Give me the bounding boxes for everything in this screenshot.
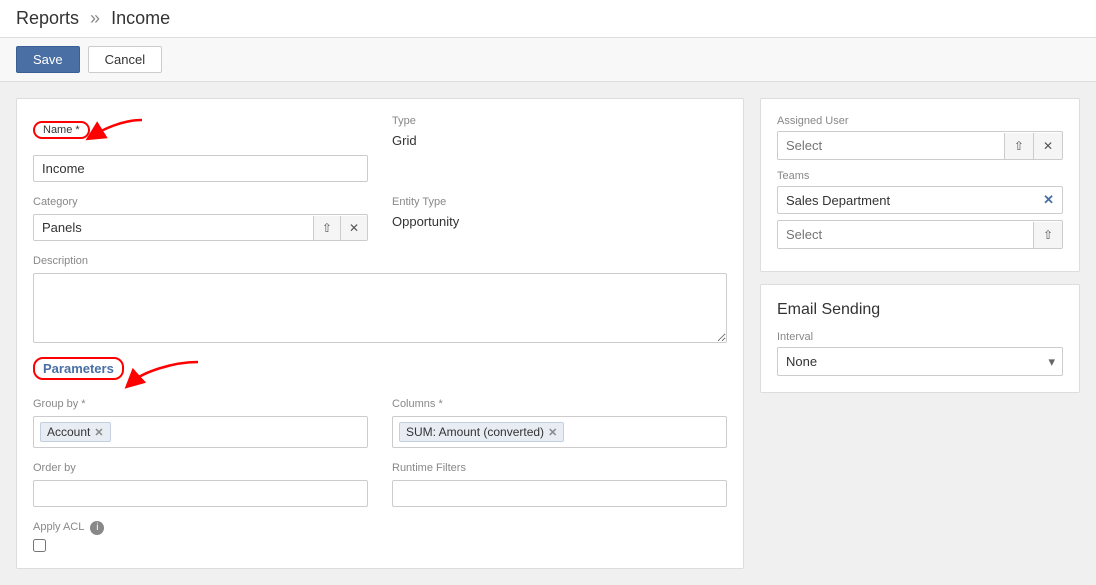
description-input[interactable] (33, 273, 727, 343)
interval-label: Interval (777, 331, 1063, 343)
assigned-user-select-row: ⇧ ✕ (777, 131, 1063, 160)
arrow-annotation-params (128, 357, 208, 392)
email-sending-card: Email Sending Interval None (760, 284, 1080, 393)
teams-input[interactable] (778, 221, 1033, 248)
category-entitytype-row: Category Panels ⇧ ✕ Entity Type Opportun… (33, 196, 727, 241)
category-label: Category (33, 196, 368, 208)
columns-label: Columns * (392, 398, 727, 410)
runtime-filters-group: Runtime Filters (392, 462, 727, 507)
parameters-section: Parameters Group by * (33, 357, 727, 552)
parameters-label-wrapper: Parameters (33, 357, 727, 392)
teams-label: Teams (777, 170, 1063, 182)
category-select[interactable]: Panels (34, 215, 313, 240)
columns-group: Columns * SUM: Amount (converted) ✕ (392, 398, 727, 448)
description-label: Description (33, 255, 727, 267)
category-select-wrapper: Panels ⇧ ✕ (33, 214, 368, 241)
order-by-label: Order by (33, 462, 368, 474)
entity-type-group: Entity Type Opportunity (392, 196, 727, 241)
columns-token: SUM: Amount (converted) ✕ (399, 422, 564, 442)
teams-select-row: ⇧ (777, 220, 1063, 249)
save-button[interactable]: Save (16, 46, 80, 73)
breadcrumb-income: Income (111, 8, 170, 28)
columns-token-remove[interactable]: ✕ (548, 426, 557, 439)
name-input[interactable]: Income (33, 155, 368, 182)
apply-acl-info-icon: i (90, 521, 104, 535)
group-by-group: Group by * Account ✕ (33, 398, 368, 448)
runtime-filters-label: Runtime Filters (392, 462, 727, 474)
left-panel: Name * Income Type Grid (16, 98, 744, 569)
parameters-label: Parameters (33, 357, 124, 380)
entity-type-label: Entity Type (392, 196, 727, 208)
entity-type-value: Opportunity (392, 214, 727, 229)
assigned-user-label: Assigned User (777, 115, 1063, 127)
breadcrumb: Reports » Income (0, 0, 1096, 38)
right-panel: Assigned User ⇧ ✕ Teams Sales Department… (760, 98, 1080, 393)
assigned-teams-card: Assigned User ⇧ ✕ Teams Sales Department… (760, 98, 1080, 272)
breadcrumb-reports[interactable]: Reports (16, 8, 79, 28)
toolbar: Save Cancel (0, 38, 1096, 82)
sales-department-label: Sales Department (786, 193, 890, 208)
email-sending-title: Email Sending (777, 301, 1063, 319)
order-by-group: Order by (33, 462, 368, 507)
type-group: Type Grid (392, 115, 727, 182)
columns-token-label: SUM: Amount (converted) (406, 425, 544, 439)
apply-acl-checkbox[interactable] (33, 539, 46, 552)
group-by-input[interactable]: Account ✕ (33, 416, 368, 448)
type-value: Grid (392, 133, 727, 148)
breadcrumb-separator: » (90, 8, 100, 28)
apply-acl-label: Apply ACL (33, 521, 84, 533)
type-label: Type (392, 115, 727, 127)
name-label: Name * (33, 121, 90, 139)
name-type-row: Name * Income Type Grid (33, 115, 727, 182)
groupby-columns-row: Group by * Account ✕ Columns * SUM: Amou… (33, 398, 727, 448)
category-up-button[interactable]: ⇧ (313, 216, 340, 240)
orderby-runtime-row: Order by Runtime Filters (33, 462, 727, 507)
order-by-input[interactable] (33, 480, 368, 507)
name-group: Name * Income (33, 115, 368, 182)
interval-select[interactable]: None (777, 347, 1063, 376)
assigned-user-input[interactable] (778, 132, 1004, 159)
group-by-label: Group by * (33, 398, 368, 410)
columns-input[interactable]: SUM: Amount (converted) ✕ (392, 416, 727, 448)
category-group: Category Panels ⇧ ✕ (33, 196, 368, 241)
cancel-button[interactable]: Cancel (88, 46, 162, 73)
name-label-wrapper: Name * (33, 115, 368, 145)
main-layout: Name * Income Type Grid (0, 82, 1096, 585)
group-by-token-remove[interactable]: ✕ (94, 426, 103, 439)
category-clear-button[interactable]: ✕ (340, 216, 367, 240)
apply-acl-row: Apply ACL i (33, 521, 727, 535)
runtime-filters-input[interactable] (392, 480, 727, 507)
group-by-token: Account ✕ (40, 422, 111, 442)
interval-wrapper: None (777, 347, 1063, 376)
sales-department-tag: Sales Department ✕ (777, 186, 1063, 214)
assigned-user-up-button[interactable]: ⇧ (1004, 133, 1033, 159)
sales-department-remove[interactable]: ✕ (1043, 192, 1054, 208)
arrow-annotation-name (92, 115, 152, 145)
teams-up-button[interactable]: ⇧ (1033, 222, 1062, 248)
group-by-token-label: Account (47, 425, 90, 439)
assigned-user-clear-button[interactable]: ✕ (1033, 133, 1062, 159)
description-group: Description (33, 255, 727, 343)
